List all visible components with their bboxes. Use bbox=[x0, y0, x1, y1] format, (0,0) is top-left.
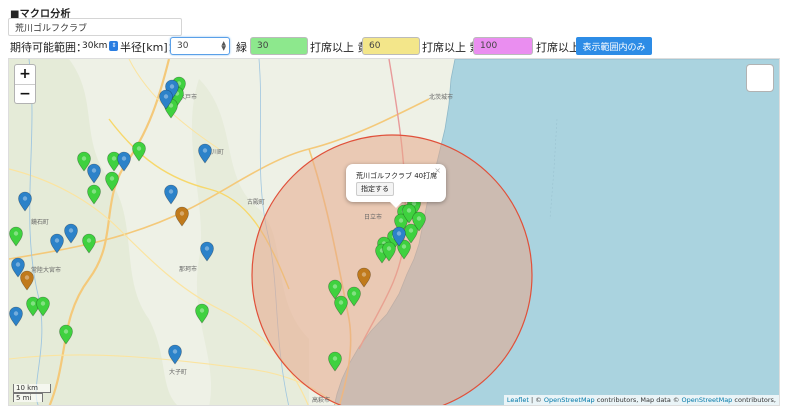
map-tiles: 北茨城市 日立市 大子町 常陸大宮市 那珂市 水戸市 高萩市 古殿町 鏡石町 石… bbox=[9, 59, 779, 405]
place-label: 大子町 bbox=[169, 368, 187, 376]
course-marker-dot bbox=[361, 272, 367, 277]
course-marker-dot bbox=[111, 156, 117, 161]
place-label: 那珂市 bbox=[179, 265, 197, 273]
place-label: 高萩市 bbox=[312, 396, 330, 404]
purple-label: 打席以上 紫 bbox=[422, 41, 481, 54]
attribution: Leaflet | © OpenStreetMap contributors, … bbox=[503, 395, 779, 405]
course-popup: 荒川ゴルフクラブ 40打席 指定する × bbox=[346, 164, 446, 208]
scale-km: 10 km bbox=[13, 384, 51, 393]
purple-threshold-value: 100 bbox=[480, 41, 498, 51]
green-threshold-value: 30 bbox=[257, 41, 269, 51]
purple-threshold-input[interactable]: 100 bbox=[473, 37, 533, 55]
course-marker-dot bbox=[30, 301, 36, 306]
range-select[interactable]: 30km ⇕ bbox=[82, 38, 119, 53]
osm-link[interactable]: OpenStreetMap bbox=[681, 396, 732, 404]
course-marker-dot bbox=[168, 189, 174, 194]
course-marker-dot bbox=[332, 356, 338, 361]
course-marker-dot bbox=[172, 349, 178, 354]
course-marker-dot bbox=[40, 301, 46, 306]
course-marker-dot bbox=[109, 176, 115, 181]
course-marker-dot bbox=[332, 284, 338, 289]
radius-input-value: 30 bbox=[177, 41, 189, 51]
place-label: 常陸大宮市 bbox=[31, 266, 61, 274]
controls-bar: 期待可能範囲： 30km ⇕ 半径[km]： 30 ▲ ▼ 緑 30 打席以上 黄… bbox=[8, 36, 788, 56]
course-marker-dot bbox=[68, 228, 74, 233]
course-marker-dot bbox=[136, 146, 142, 151]
place-label: 鏡石町 bbox=[31, 218, 49, 226]
tail-label: 打席以上 bbox=[536, 41, 580, 54]
course-marker-dot bbox=[13, 311, 19, 316]
zoom-in-button[interactable]: + bbox=[15, 65, 35, 84]
zoom-control: + − bbox=[14, 64, 36, 104]
yellow-threshold-value: 60 bbox=[369, 41, 381, 51]
place-label: 古殿町 bbox=[247, 198, 265, 206]
zoom-out-button[interactable]: − bbox=[15, 84, 35, 103]
course-marker-dot bbox=[15, 262, 21, 267]
layer-control-button[interactable] bbox=[746, 64, 774, 92]
course-marker-dot bbox=[121, 156, 127, 161]
map[interactable]: 北茨城市 日立市 大子町 常陸大宮市 那珂市 水戸市 高萩市 古殿町 鏡石町 石… bbox=[8, 58, 780, 406]
course-marker-dot bbox=[54, 238, 60, 243]
course-marker-dot bbox=[338, 300, 344, 305]
yellow-threshold-input[interactable]: 60 bbox=[362, 37, 420, 55]
course-marker-dot bbox=[179, 211, 185, 216]
range-label: 期待可能範囲： bbox=[10, 41, 87, 54]
scale-mi: 5 mi bbox=[13, 393, 43, 402]
course-marker-dot bbox=[416, 216, 422, 221]
course-marker-dot bbox=[22, 196, 28, 201]
scale-bar: 10 km 5 mi bbox=[13, 384, 51, 402]
osm-link[interactable]: OpenStreetMap bbox=[544, 396, 595, 404]
yellow-label: 打席以上 黄 bbox=[310, 41, 369, 54]
course-marker-dot bbox=[401, 244, 407, 249]
course-marker-dot bbox=[81, 156, 87, 161]
course-marker-dot bbox=[202, 148, 208, 153]
green-label: 緑 bbox=[236, 41, 247, 54]
radius-input[interactable]: 30 ▲ ▼ bbox=[170, 37, 230, 55]
place-label: 日立市 bbox=[364, 213, 382, 221]
green-threshold-input[interactable]: 30 bbox=[250, 37, 308, 55]
close-icon[interactable]: × bbox=[434, 166, 441, 175]
course-marker-dot bbox=[86, 238, 92, 243]
popup-select-button[interactable]: 指定する bbox=[356, 182, 394, 196]
range-select-value: 30km bbox=[82, 40, 108, 51]
course-marker-dot bbox=[169, 84, 175, 89]
place-label: 北茨城市 bbox=[429, 93, 453, 101]
course-marker-dot bbox=[63, 329, 69, 334]
popup-title: 荒川ゴルフクラブ 40打席 bbox=[356, 172, 438, 180]
course-marker-dot bbox=[398, 218, 404, 223]
course-marker-dot bbox=[13, 231, 19, 236]
course-marker-dot bbox=[386, 246, 392, 251]
course-marker-dot bbox=[351, 291, 357, 296]
course-marker-dot bbox=[406, 208, 412, 213]
course-marker-dot bbox=[204, 246, 210, 251]
course-marker-dot bbox=[396, 231, 402, 236]
course-marker-dot bbox=[408, 228, 414, 233]
leaflet-link[interactable]: Leaflet bbox=[507, 396, 529, 404]
course-name-input[interactable] bbox=[8, 18, 182, 36]
show-in-range-button[interactable]: 表示範囲内のみ bbox=[576, 37, 652, 55]
select-arrows-icon: ⇕ bbox=[109, 40, 119, 51]
course-marker-dot bbox=[163, 94, 169, 99]
course-marker-dot bbox=[91, 189, 97, 194]
stepper-icon[interactable]: ▲ ▼ bbox=[221, 41, 226, 52]
course-marker-dot bbox=[91, 168, 97, 173]
course-marker-dot bbox=[24, 275, 30, 280]
course-marker-dot bbox=[199, 308, 205, 313]
